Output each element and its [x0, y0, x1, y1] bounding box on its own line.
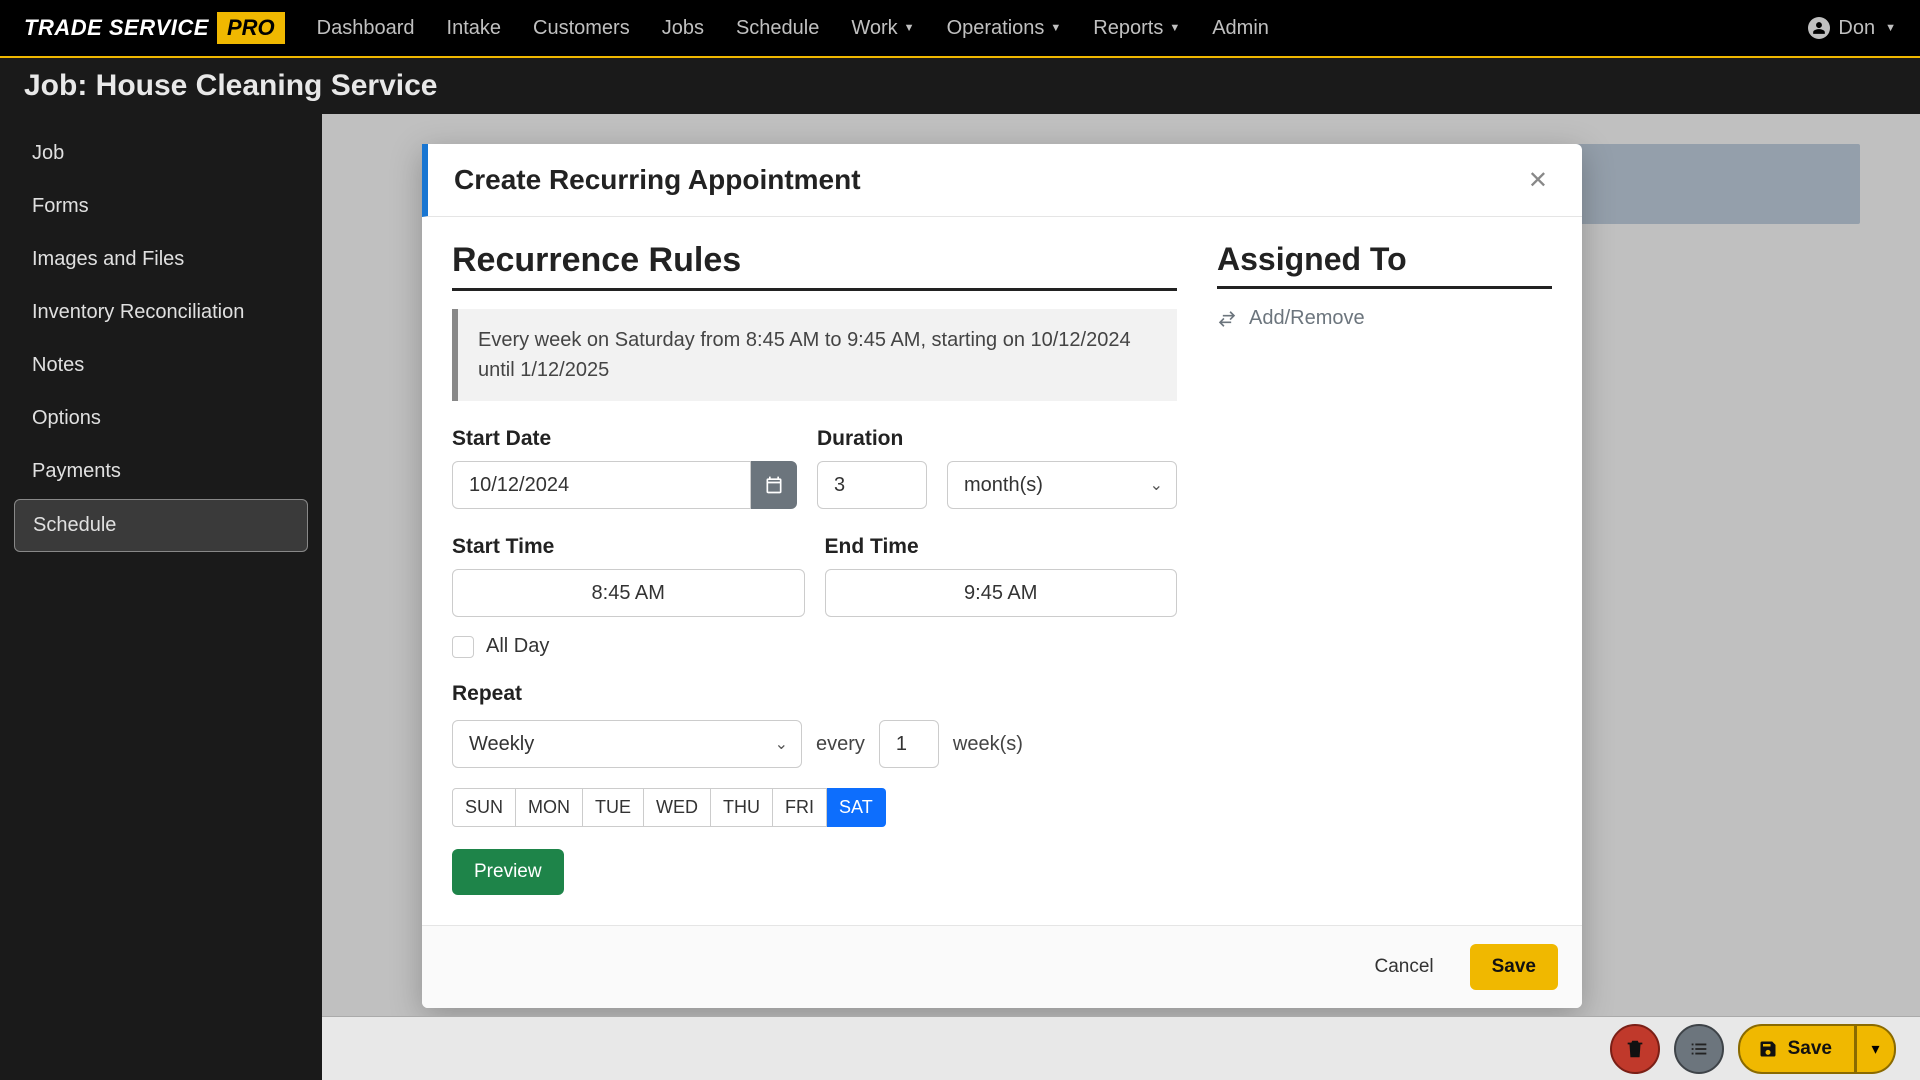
calendar-icon	[764, 475, 784, 495]
add-remove-assignee[interactable]: Add/Remove	[1217, 307, 1552, 330]
recurrence-column: Recurrence Rules Every week on Saturday …	[452, 241, 1177, 895]
preview-button[interactable]: Preview	[452, 849, 564, 895]
recurrence-summary: Every week on Saturday from 8:45 AM to 9…	[452, 309, 1177, 401]
bottom-save-label: Save	[1788, 1038, 1832, 1060]
weeks-text: week(s)	[953, 733, 1023, 756]
list-icon	[1688, 1038, 1710, 1060]
nav-schedule[interactable]: Schedule	[736, 17, 819, 40]
recurrence-section-title: Recurrence Rules	[452, 241, 1177, 291]
page-title-bar: Job: House Cleaning Service	[0, 58, 1920, 114]
repeat-label: Repeat	[452, 682, 1177, 706]
brand-logo: TRADE SERVICE PRO	[24, 12, 285, 44]
brand-pro-badge: PRO	[217, 12, 285, 44]
day-toggle-wed[interactable]: WED	[644, 788, 711, 827]
duration-unit-select[interactable]	[947, 461, 1177, 509]
nav-jobs[interactable]: Jobs	[662, 17, 704, 40]
save-icon	[1758, 1039, 1778, 1059]
day-toggle-sat[interactable]: SAT	[827, 788, 886, 827]
chevron-down-icon: ▼	[1169, 22, 1180, 34]
duration-amount-input[interactable]	[817, 461, 927, 509]
all-day-checkbox[interactable]	[452, 636, 474, 658]
day-toggle-thu[interactable]: THU	[711, 788, 773, 827]
nav-operations[interactable]: Operations▼	[947, 17, 1062, 40]
bottom-save-button[interactable]: Save	[1738, 1024, 1856, 1074]
content-area: Create Recurring Appointment ✕ Recurrenc…	[322, 114, 1920, 1080]
sidebar-item-schedule[interactable]: Schedule	[14, 499, 308, 552]
cancel-button[interactable]: Cancel	[1352, 944, 1455, 990]
sidebar-item-forms[interactable]: Forms	[14, 181, 308, 232]
chevron-down-icon: ▼	[904, 22, 915, 34]
bottom-action-bar: Save ▾	[322, 1016, 1920, 1080]
nav-intake[interactable]: Intake	[447, 17, 501, 40]
nav-reports[interactable]: Reports▼	[1093, 17, 1180, 40]
repeat-type-select[interactable]	[452, 720, 802, 768]
bottom-save-dropdown[interactable]: ▾	[1856, 1024, 1896, 1074]
page-title: Job: House Cleaning Service	[24, 69, 437, 103]
close-icon: ✕	[1528, 167, 1548, 194]
chevron-down-icon: ▼	[1885, 22, 1896, 34]
sidebar-item-inventory-reconciliation[interactable]: Inventory Reconciliation	[14, 287, 308, 338]
end-time-input[interactable]	[825, 569, 1178, 617]
save-button[interactable]: Save	[1470, 944, 1558, 990]
nav-dashboard[interactable]: Dashboard	[317, 17, 415, 40]
day-toggle-fri[interactable]: FRI	[773, 788, 827, 827]
nav-admin[interactable]: Admin	[1212, 17, 1269, 40]
modal-title: Create Recurring Appointment	[454, 164, 861, 196]
start-time-input[interactable]	[452, 569, 805, 617]
day-toggle-group: SUNMONTUEWEDTHUFRISAT	[452, 788, 1177, 827]
day-toggle-tue[interactable]: TUE	[583, 788, 644, 827]
assigned-column: Assigned To Add/Remove	[1217, 241, 1552, 895]
modal-header: Create Recurring Appointment ✕	[422, 144, 1582, 217]
sidebar: JobFormsImages and FilesInventory Reconc…	[0, 114, 322, 1080]
trash-icon	[1624, 1038, 1646, 1060]
assigned-section-title: Assigned To	[1217, 241, 1552, 289]
sidebar-item-payments[interactable]: Payments	[14, 446, 308, 497]
user-name: Don	[1838, 17, 1875, 40]
list-button[interactable]	[1674, 1024, 1724, 1074]
chevron-down-icon: ▼	[1050, 22, 1061, 34]
start-time-label: Start Time	[452, 535, 805, 559]
sidebar-item-job[interactable]: Job	[14, 128, 308, 179]
every-text: every	[816, 733, 865, 756]
modal-footer: Cancel Save	[422, 925, 1582, 1008]
nav-links: Dashboard Intake Customers Jobs Schedule Work…	[317, 17, 1269, 40]
nav-work[interactable]: Work▼	[851, 17, 914, 40]
repeat-interval-input[interactable]	[879, 720, 939, 768]
all-day-label: All Day	[486, 635, 549, 658]
user-menu[interactable]: Don ▼	[1808, 17, 1896, 40]
end-time-label: End Time	[825, 535, 1178, 559]
start-date-label: Start Date	[452, 427, 797, 451]
nav-customers[interactable]: Customers	[533, 17, 630, 40]
top-navbar: TRADE SERVICE PRO Dashboard Intake Custome…	[0, 0, 1920, 58]
start-date-input[interactable]	[452, 461, 751, 509]
day-toggle-sun[interactable]: SUN	[452, 788, 516, 827]
swap-icon	[1217, 309, 1237, 329]
close-button[interactable]: ✕	[1520, 166, 1556, 195]
user-icon	[1808, 17, 1830, 39]
day-toggle-mon[interactable]: MON	[516, 788, 583, 827]
delete-button[interactable]	[1610, 1024, 1660, 1074]
recurring-appointment-modal: Create Recurring Appointment ✕ Recurrenc…	[422, 144, 1582, 1008]
add-remove-label: Add/Remove	[1249, 307, 1365, 330]
duration-label: Duration	[817, 427, 927, 451]
sidebar-item-options[interactable]: Options	[14, 393, 308, 444]
sidebar-item-notes[interactable]: Notes	[14, 340, 308, 391]
sidebar-item-images-and-files[interactable]: Images and Files	[14, 234, 308, 285]
chevron-down-icon: ▾	[1871, 1039, 1879, 1059]
calendar-button[interactable]	[751, 461, 797, 509]
brand-text: TRADE SERVICE	[24, 15, 209, 41]
